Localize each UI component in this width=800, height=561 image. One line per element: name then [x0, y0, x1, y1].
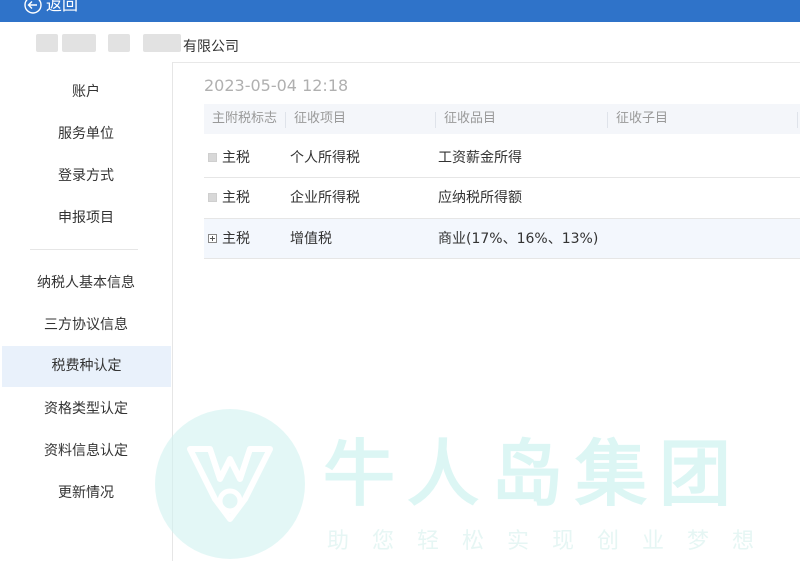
cell-flag: 主税: [222, 190, 250, 206]
table-header: 主附税标志 征收项目 征收品目 征收子目: [204, 104, 800, 134]
sidebar-item-update-status[interactable]: 更新情况: [0, 473, 172, 513]
redacted-name-block: [36, 34, 58, 52]
column-header-subitem: 征收子目: [616, 111, 669, 126]
sidebar-item-tax-type-recognition[interactable]: 税费种认定: [2, 346, 171, 387]
redacted-name-block: [143, 34, 181, 52]
sidebar-item-login-method[interactable]: 登录方式: [0, 156, 172, 196]
table-row[interactable]: 主税 增值税 商业(17%、16%、13%): [204, 219, 800, 259]
sidebar-item-tripartite-agreement[interactable]: 三方协议信息: [0, 305, 172, 345]
company-bar: 有限公司: [0, 22, 800, 63]
table-row[interactable]: 主税 个人所得税 工资薪金所得: [204, 138, 800, 178]
redacted-name-block: [62, 34, 96, 52]
cell-category: 应纳税所得额: [438, 190, 522, 206]
update-timestamp: 2023-05-04 12:18: [204, 76, 349, 95]
top-bar: 返回: [0, 0, 800, 22]
cell-item: 企业所得税: [290, 190, 360, 206]
sidebar-item-service-unit[interactable]: 服务单位: [0, 114, 172, 154]
row-marker-icon: [208, 153, 217, 162]
row-marker-icon: [208, 193, 217, 202]
sidebar-item-qualification-type[interactable]: 资格类型认定: [0, 389, 172, 429]
sidebar-divider: [30, 249, 138, 250]
sidebar-item-declaration-items[interactable]: 申报项目: [0, 198, 172, 238]
sidebar: 账户 服务单位 登录方式 申报项目 纳税人基本信息 三方协议信息 税费种认定 资…: [0, 62, 173, 561]
cell-flag: 主税: [222, 231, 250, 247]
sidebar-item-taxpayer-info[interactable]: 纳税人基本信息: [0, 263, 172, 303]
sidebar-item-account[interactable]: 账户: [0, 72, 172, 112]
back-arrow-icon: [24, 0, 42, 14]
sidebar-item-document-info[interactable]: 资料信息认定: [0, 431, 172, 471]
cell-category: 工资薪金所得: [438, 150, 522, 166]
cell-item: 增值税: [290, 231, 332, 247]
redacted-name-block: [108, 34, 130, 52]
company-name: 有限公司: [183, 39, 239, 55]
cell-item: 个人所得税: [290, 150, 360, 166]
cell-flag: 主税: [222, 150, 250, 166]
back-button[interactable]: 返回: [24, 0, 78, 16]
column-header-item: 征收项目: [294, 111, 347, 126]
table-row[interactable]: 主税 企业所得税 应纳税所得额: [204, 178, 800, 219]
expand-plus-icon[interactable]: [208, 234, 217, 243]
column-header-flag: 主附税标志: [212, 111, 278, 126]
back-label: 返回: [46, 0, 79, 14]
column-header-category: 征收品目: [444, 111, 497, 126]
main-content: 2023-05-04 12:18 主附税标志 征收项目 征收品目 征收子目 主税…: [173, 62, 800, 561]
column-separator: [797, 112, 798, 128]
cell-category: 商业(17%、16%、13%): [438, 231, 599, 247]
